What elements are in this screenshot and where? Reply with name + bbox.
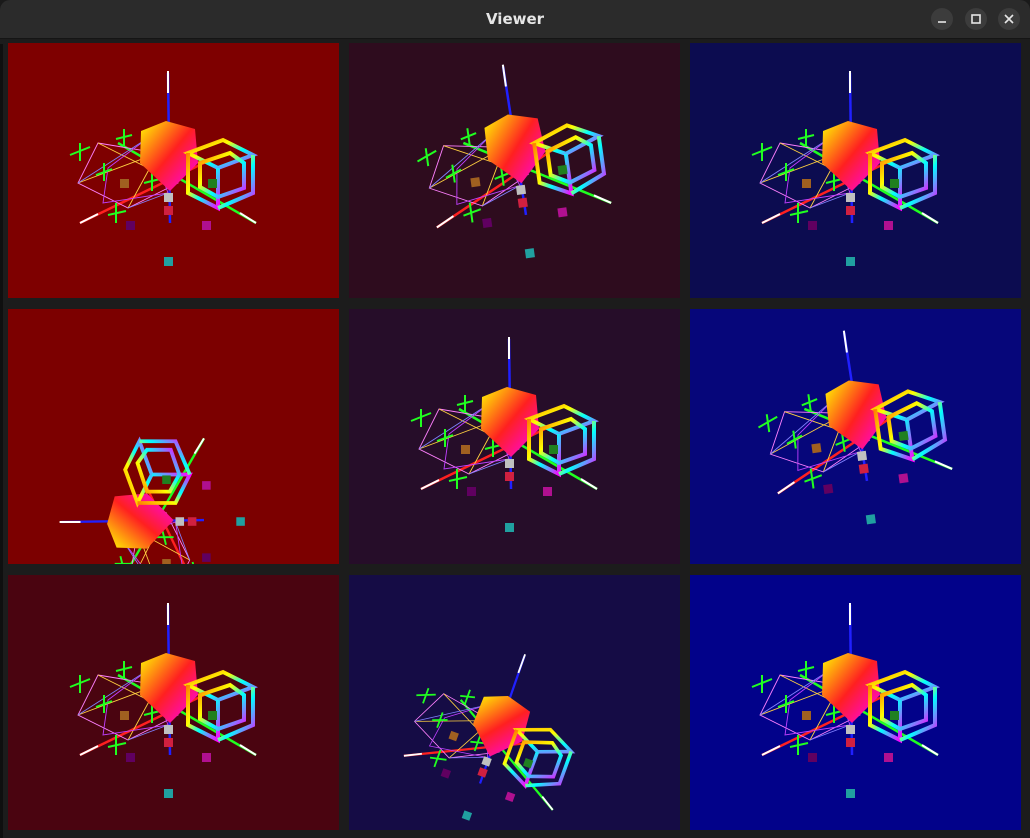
axis-x-tip [761,213,781,224]
scene-canvas [69,603,259,798]
axis-y-tip [921,744,939,756]
axis-x-tip [403,752,422,757]
viewport-r1c2[interactable] [349,43,680,298]
axis-y-tip [593,194,612,204]
viewport-r1c1[interactable] [8,43,339,298]
scene-canvas [751,603,941,798]
axis-y-tip [239,744,257,756]
axis-x-tip [777,481,796,495]
scene-canvas [410,337,600,532]
window-title: Viewer [485,10,545,28]
axis-x-tip [761,745,781,756]
viewport-r2c3[interactable] [690,309,1021,564]
maximize-icon [971,14,981,24]
maximize-button[interactable] [965,8,987,30]
close-button[interactable] [998,8,1020,30]
scene-canvas [751,71,941,266]
cube-shape [864,137,941,212]
viewport-r3c1[interactable] [8,575,339,830]
scene-canvas [69,71,259,266]
scene-canvas [59,436,245,564]
cube-shape [182,137,259,212]
axis-y-tip [580,478,598,490]
scene-canvas [417,64,612,259]
axis-y-tip [239,212,257,224]
axis-y-tip [934,460,953,470]
point-markers [440,730,534,821]
scene-canvas [403,654,576,821]
axis-x-tip [420,479,440,490]
axis-y-tip [921,212,939,224]
axis-x-tip [79,745,99,756]
title-bar[interactable]: Viewer [0,0,1030,39]
viewport-r3c3[interactable] [690,575,1021,830]
viewport-r1c3[interactable] [690,43,1021,298]
pyramid-shape [473,696,531,757]
viewport-r3c2[interactable] [349,575,680,830]
cube-shape [864,669,941,744]
viewer-window: Viewer [0,0,1030,838]
axis-y-tip [541,796,554,811]
cube-shape [529,123,607,197]
viewport-r2c1[interactable] [8,309,339,564]
minimize-button[interactable] [931,8,953,30]
scene-canvas [758,330,953,525]
axis-y-tip [193,437,205,455]
close-icon [1004,14,1014,24]
cube-shape [523,403,600,478]
cube-shape [870,389,948,463]
viewport-r2c2[interactable] [349,309,680,564]
cube-shape [123,436,193,508]
axis-x-tip [79,213,99,224]
minimize-icon [938,21,946,23]
axis-z-tip [517,654,526,674]
cube-shape [182,669,259,744]
axis-x-tip [436,215,455,229]
viewport-grid [0,38,1030,838]
